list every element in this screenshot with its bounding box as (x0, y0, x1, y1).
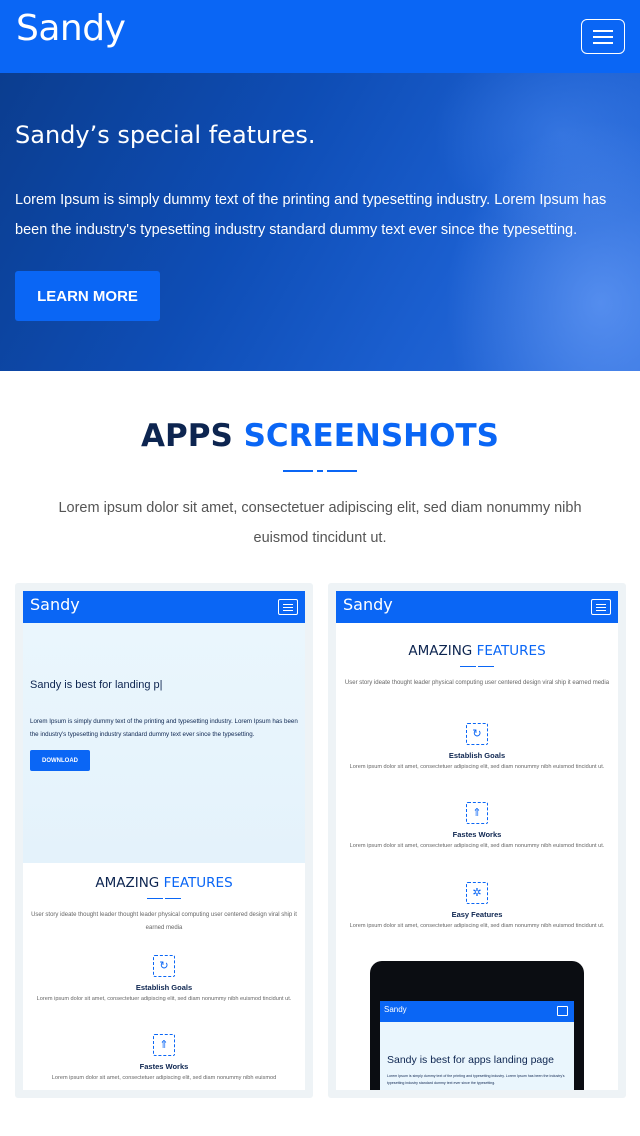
gear-icon: ✲ (466, 882, 488, 904)
brand-logo[interactable]: Sandy (16, 8, 126, 49)
mock-navbar: Sandy (23, 591, 305, 623)
menu-bar (593, 30, 613, 32)
phone-screen: Sandy AMAZING FEATURES User story ideate… (336, 591, 618, 1090)
tablet-mockup: Sandy Sandy is best for apps landing pag… (370, 961, 584, 1090)
title-divider (317, 470, 323, 472)
mock-hero-text: Lorem Ipsum is simply dummy text of the … (30, 718, 298, 738)
mock-divider (478, 666, 494, 667)
section-subtitle: Lorem ipsum dolor sit amet, consectetuer… (58, 500, 582, 546)
navbar: Sandy (0, 0, 640, 73)
mock-divider (165, 898, 181, 899)
mock-feature-text: Lorem ipsum dolor sit amet, consectetuer… (349, 764, 605, 770)
section-title-main: APPS (141, 418, 233, 454)
mock-features-title: AMAZING FEATURES (336, 643, 618, 659)
mock-download-button: DOWNLOAD (30, 750, 90, 771)
refresh-icon: ↻ (153, 955, 175, 977)
mock-hero-title: Sandy is best for landing p| (30, 679, 163, 691)
mock-feature-name: Fastes Works (452, 830, 502, 839)
mock-features-subtitle: User story ideate thought leader thought… (31, 912, 297, 931)
tablet-brand: Sandy (384, 1005, 407, 1014)
menu-bar (593, 42, 613, 44)
hero-section: Sandy’s special features. Lorem Ipsum is… (0, 73, 640, 371)
tablet-hero-title: Sandy is best for apps landing page (387, 1054, 554, 1066)
learn-more-button[interactable]: LEARN MORE (15, 271, 160, 321)
mock-feature-name: Fastes Works (139, 1062, 189, 1071)
mock-navbar: Sandy (336, 591, 618, 623)
tablet-hero-text: Lorem Ipsum is simply dummy text of the … (387, 1074, 565, 1085)
mock-features-title-accent: FEATURES (163, 875, 233, 891)
menu-bar (593, 36, 613, 38)
mock-feature-text: Lorem ipsum dolor sit amet, consectetuer… (349, 923, 605, 929)
mock-features-title-main: AMAZING (408, 643, 473, 659)
tablet-screen: Sandy Sandy is best for apps landing pag… (380, 1001, 574, 1090)
rocket-icon: ⇑ (466, 802, 488, 824)
rocket-icon: ⇑ (153, 1034, 175, 1056)
tablet-navbar: Sandy (380, 1001, 574, 1022)
screenshot-card[interactable]: Sandy Sandy is best for landing p| Lorem… (15, 583, 313, 1098)
mock-hamburger-icon (278, 599, 298, 615)
mock-features-subtitle: User story ideate thought leader physica… (344, 680, 610, 686)
hamburger-icon[interactable] (581, 19, 625, 54)
mock-brand: Sandy (343, 595, 393, 614)
mock-features-title-accent: FEATURES (476, 643, 546, 659)
mock-feature-name: Easy Features (451, 910, 503, 919)
mock-divider (147, 898, 163, 899)
hero-text: Lorem Ipsum is simply dummy text of the … (15, 192, 607, 238)
mock-divider (460, 666, 476, 667)
mock-feature-name: Establish Goals (135, 983, 193, 992)
section-title: APPS SCREENSHOTS (0, 418, 640, 454)
mock-feature-name: Establish Goals (448, 751, 506, 760)
hero-title: Sandy’s special features. (15, 121, 316, 149)
refresh-icon: ↻ (466, 723, 488, 745)
mock-hero: Sandy is best for landing p| Lorem Ipsum… (23, 623, 305, 863)
mock-hamburger-icon (591, 599, 611, 615)
mock-feature-text: Lorem ipsum dolor sit amet, consectetuer… (349, 843, 605, 849)
section-title-accent: SCREENSHOTS (243, 418, 499, 454)
tablet-hamburger-icon (557, 1006, 568, 1016)
title-divider (283, 470, 313, 472)
mock-brand: Sandy (30, 595, 80, 614)
mock-features-title-main: AMAZING (95, 875, 160, 891)
mock-features-title: AMAZING FEATURES (23, 875, 305, 891)
mock-feature-text: Lorem ipsum dolor sit amet, consectetuer… (36, 996, 292, 1002)
mock-feature-text: Lorem ipsum dolor sit amet, consectetuer… (51, 1075, 277, 1081)
phone-screen: Sandy Sandy is best for landing p| Lorem… (23, 591, 305, 1090)
screenshot-card[interactable]: Sandy AMAZING FEATURES User story ideate… (328, 583, 626, 1098)
title-divider (327, 470, 357, 472)
